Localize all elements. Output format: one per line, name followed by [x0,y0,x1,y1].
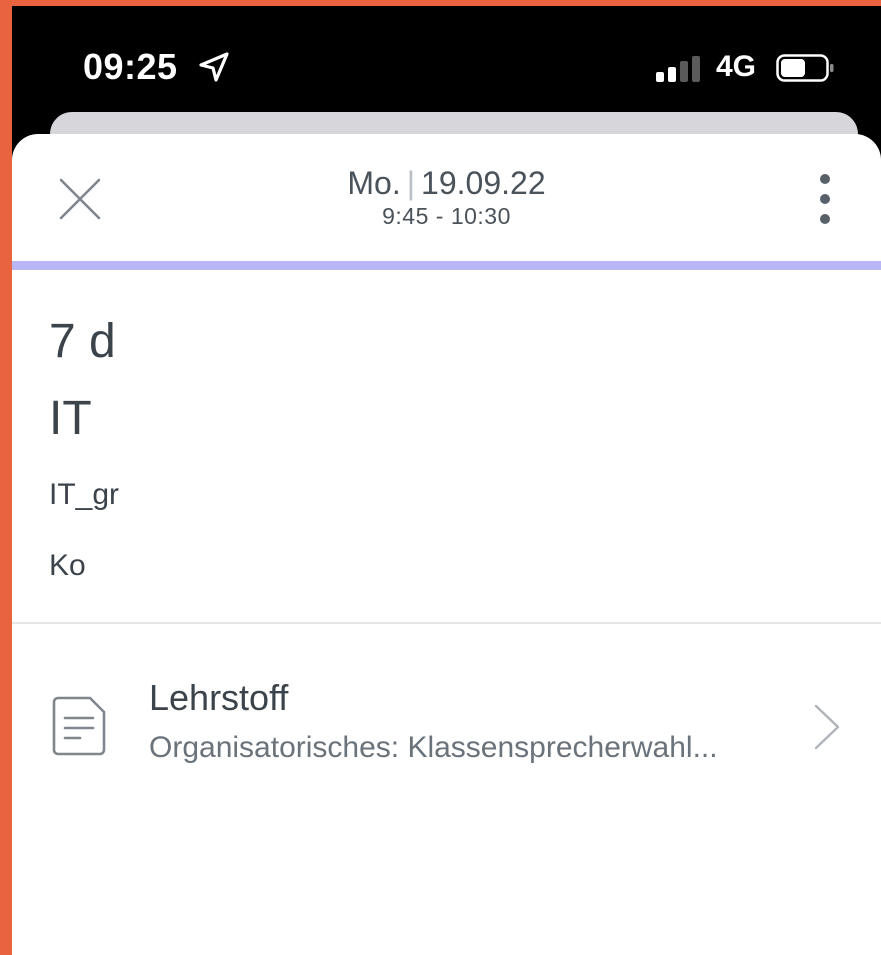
location-arrow-icon [199,52,229,82]
header-date: 19.09.22 [421,165,546,201]
sheet-header: Mo. | 19.09.22 9:45 - 10:30 [12,134,881,261]
header-date-block: Mo. | 19.09.22 9:45 - 10:30 [12,164,881,230]
chevron-right-icon [814,704,840,750]
topic-text: Organisatorisches: Klassensprecherwahl..… [149,731,718,764]
status-time: 09:25 [83,46,178,87]
status-bar: 09:25 4G [12,6,881,116]
phone-screen: 09:25 4G Mo. | 19.09.22 9:45 - 10:30 7 d… [12,6,881,955]
document-icon [52,696,106,756]
lesson-subject: IT [49,392,92,445]
accent-bar [12,261,881,270]
header-separator: | [406,165,416,201]
topic-title: Lehrstoff [149,677,289,718]
lesson-topic-row[interactable]: Lehrstoff Organisatorisches: Klassenspre… [12,654,881,774]
lesson-teacher: Ko [49,549,86,582]
network-type: 4G [716,50,757,83]
section-divider [12,622,881,624]
header-time-range: 9:45 - 10:30 [382,203,511,229]
more-vertical-icon[interactable] [812,174,838,226]
header-date-line: Mo. | 19.09.22 [12,164,881,202]
header-day: Mo. [347,165,401,201]
battery-icon [776,54,834,82]
lesson-group: IT_gr [49,478,120,511]
cellular-signal-icon [656,56,700,82]
lesson-class: 7 d [49,315,116,368]
lesson-detail-sheet: Mo. | 19.09.22 9:45 - 10:30 7 d IT IT_gr K… [12,134,881,955]
